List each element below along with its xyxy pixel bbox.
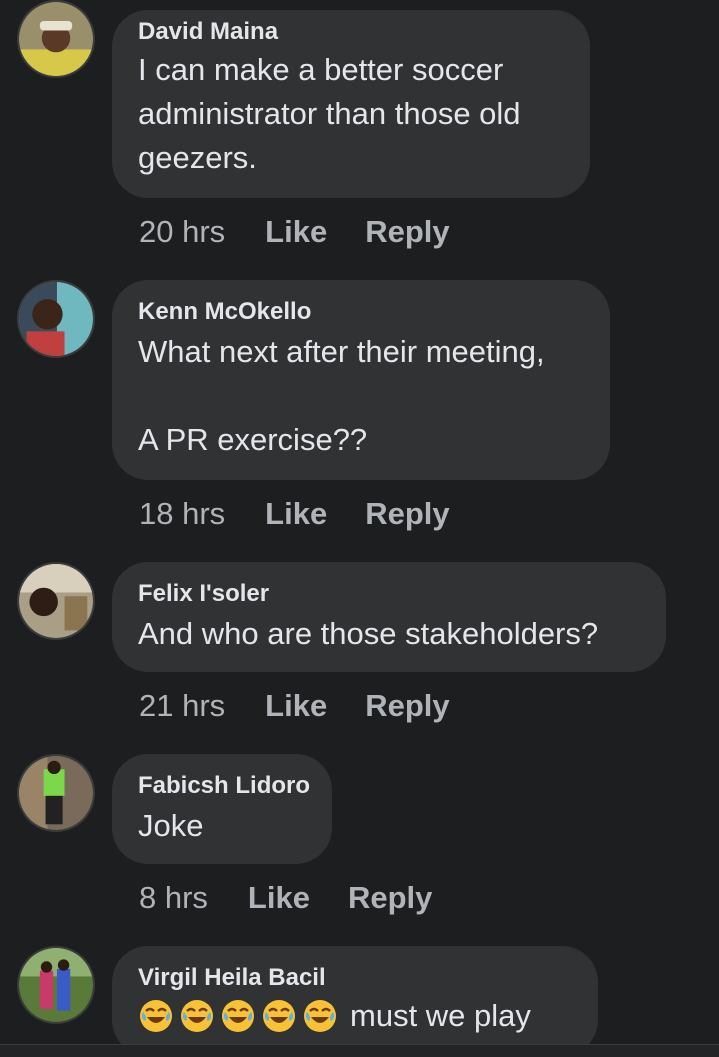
avatar[interactable] <box>17 754 95 832</box>
comment-bubble[interactable]: David Maina I can make a better soccer a… <box>112 10 590 198</box>
avatar[interactable] <box>17 280 95 358</box>
comment-author[interactable]: David Maina <box>138 18 278 46</box>
comment-actions: 8 hrs Like Reply <box>139 880 432 916</box>
face-with-tears-of-joy-icon <box>138 998 174 1034</box>
reply-button[interactable]: Reply <box>348 880 432 916</box>
comment-bubble[interactable]: Kenn McOkello What next after their meet… <box>112 280 610 480</box>
comment-actions: 21 hrs Like Reply <box>139 688 450 724</box>
reply-button[interactable]: Reply <box>365 688 449 724</box>
face-with-tears-of-joy-icon <box>261 998 297 1034</box>
face-with-tears-of-joy-icon <box>220 998 256 1034</box>
like-button[interactable]: Like <box>248 880 310 916</box>
avatar[interactable] <box>17 562 95 640</box>
comment-author[interactable]: Virgil Heila Bacil <box>138 964 326 992</box>
comment-text: must we play <box>138 998 531 1034</box>
comment-actions: 20 hrs Like Reply <box>139 214 450 250</box>
comment-text: Joke <box>138 808 204 843</box>
comment-author[interactable]: Felix I'soler <box>138 580 269 608</box>
avatar[interactable] <box>17 946 95 1024</box>
face-with-tears-of-joy-icon <box>302 998 338 1034</box>
comment-text: What next after their meeting, A PR exer… <box>138 334 545 457</box>
comment-timestamp[interactable]: 18 hrs <box>139 496 225 532</box>
reply-button[interactable]: Reply <box>365 214 449 250</box>
face-with-tears-of-joy-icon <box>179 998 215 1034</box>
comment-text: And who are those stakeholders? <box>138 616 599 651</box>
comment-author[interactable]: Fabicsh Lidoro <box>138 772 310 800</box>
reply-button[interactable]: Reply <box>365 496 449 532</box>
avatar[interactable] <box>17 0 95 78</box>
like-button[interactable]: Like <box>265 688 327 724</box>
comment-timestamp[interactable]: 21 hrs <box>139 688 225 724</box>
comment-bubble[interactable]: Virgil Heila Bacil must we play <box>112 946 598 1056</box>
comment-timestamp[interactable]: 8 hrs <box>139 880 208 916</box>
comment-timestamp[interactable]: 20 hrs <box>139 214 225 250</box>
comment-bubble[interactable]: Felix I'soler And who are those stakehol… <box>112 562 666 672</box>
comment-author[interactable]: Kenn McOkello <box>138 298 311 326</box>
like-button[interactable]: Like <box>265 214 327 250</box>
comment-bubble[interactable]: Fabicsh Lidoro Joke <box>112 754 332 864</box>
comment-actions: 18 hrs Like Reply <box>139 496 450 532</box>
like-button[interactable]: Like <box>265 496 327 532</box>
bottom-divider <box>0 1044 719 1057</box>
comment-text: I can make a better soccer administrator… <box>138 52 521 175</box>
comment-text-label: must we play <box>350 998 531 1033</box>
